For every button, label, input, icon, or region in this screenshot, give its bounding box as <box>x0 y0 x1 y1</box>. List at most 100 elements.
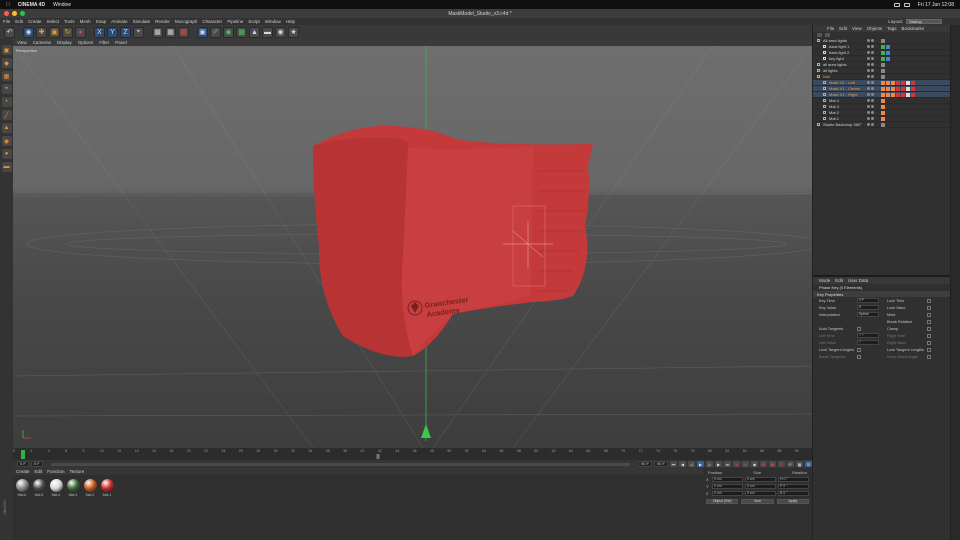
material-swatch[interactable]: Mat.6 <box>15 479 29 497</box>
material-swatch[interactable]: Mat.1 <box>100 479 114 497</box>
visibility-dots[interactable] <box>867 117 874 120</box>
visibility-dots[interactable] <box>867 87 874 90</box>
position-field[interactable]: 0 cm <box>712 491 743 496</box>
play-icon[interactable]: ▶ <box>697 461 704 467</box>
menu-animate[interactable]: Animate <box>111 19 128 24</box>
attribute-checkbox-secondary[interactable] <box>927 319 931 324</box>
visibility-dots[interactable] <box>867 63 874 66</box>
floor-icon[interactable]: ▬ <box>262 26 273 38</box>
material-swatch[interactable]: Mat.2 <box>83 479 97 497</box>
search-icon[interactable] <box>817 33 822 37</box>
object-menu-bookmarks[interactable]: Bookmarks <box>902 26 925 31</box>
next-key-icon[interactable]: ▶ <box>715 461 722 467</box>
apply-button[interactable]: Apply <box>776 499 809 504</box>
go-to-end-icon[interactable]: ⏭ <box>724 461 731 467</box>
camera-icon[interactable]: ◉ <box>275 26 286 38</box>
viewport-menu-panel[interactable]: Panel <box>115 40 127 45</box>
material-menu-edit[interactable]: Edit <box>35 469 43 474</box>
object-menu-tags[interactable]: Tags <box>887 26 897 31</box>
record-icon[interactable]: ● <box>733 461 740 467</box>
attribute-value-field[interactable]: Spline <box>857 312 879 317</box>
axis-mode-icon[interactable]: ⌖ <box>1 84 12 94</box>
visibility-dots[interactable] <box>867 51 874 54</box>
material-swatch[interactable]: Mat.4 <box>49 479 63 497</box>
texture-mode-icon[interactable]: ▦ <box>1 71 12 81</box>
menu-mesh[interactable]: Mesh <box>80 19 91 24</box>
object-menu-file[interactable]: File <box>827 26 834 31</box>
attribute-checkbox[interactable] <box>857 326 861 331</box>
workplane-icon[interactable]: ▬ <box>1 162 12 172</box>
position-field[interactable]: 0 cm <box>712 484 743 489</box>
menu-create[interactable]: Create <box>28 19 42 24</box>
edit-render-settings-icon[interactable]: ▦ <box>178 26 189 38</box>
material-menu-create[interactable]: Create <box>16 469 30 474</box>
uv-mode-icon[interactable]: ◉ <box>1 136 12 146</box>
visibility-dots[interactable] <box>867 111 874 114</box>
max-frame-field[interactable]: 90 F <box>653 461 668 467</box>
3d-viewport[interactable]: Granchester Academy Perspective <box>13 46 812 448</box>
x-axis-lock-icon[interactable]: X <box>94 26 105 38</box>
preview-range-slider[interactable] <box>50 462 630 466</box>
attribute-checkbox-secondary[interactable] <box>927 305 931 310</box>
menu-tools[interactable]: Tools <box>64 19 75 24</box>
attribute-value-field[interactable]: 0 <box>857 305 879 310</box>
record-pla-icon[interactable]: ▦ <box>796 461 803 467</box>
visibility-dots[interactable] <box>867 39 874 42</box>
previous-key-icon[interactable]: ◀ <box>679 461 686 467</box>
autokey-icon[interactable]: ● <box>742 461 749 467</box>
minimize-window-button[interactable] <box>12 11 17 16</box>
make-editable-icon[interactable]: ▣ <box>1 45 12 55</box>
menu-pipeline[interactable]: Pipeline <box>227 19 243 24</box>
menu-select[interactable]: Select <box>47 19 60 24</box>
attribute-value-field[interactable]: 0 <box>857 340 879 345</box>
size-field[interactable]: 0 cm <box>745 484 776 489</box>
live-selection-icon[interactable]: ◉ <box>23 26 34 38</box>
current-frame-field[interactable]: 0 F <box>30 461 43 467</box>
battery-icon[interactable] <box>893 2 900 7</box>
attribute-checkbox-secondary[interactable] <box>927 333 931 338</box>
undo-icon[interactable]: ↶ <box>4 26 15 38</box>
light-icon[interactable]: ★ <box>288 26 299 38</box>
visibility-dots[interactable] <box>867 105 874 108</box>
rotation-field[interactable]: H 0 ° <box>778 477 809 482</box>
render-picture-viewer-icon[interactable]: ▦ <box>165 26 176 38</box>
cloner-icon[interactable]: ▦ <box>236 26 247 38</box>
scale-icon[interactable]: ▣ <box>49 26 60 38</box>
next-frame-icon[interactable]: ▷ <box>706 461 713 467</box>
record-parameter-icon[interactable]: P <box>787 461 794 467</box>
attribute-menu-edit[interactable]: Edit <box>835 278 843 283</box>
edges-mode-icon[interactable]: ╱ <box>1 110 12 120</box>
spline-pen-icon[interactable]: ✐ <box>210 26 221 38</box>
points-mode-icon[interactable]: • <box>1 97 12 107</box>
record-rotation-icon[interactable]: ↻ <box>778 461 785 467</box>
visibility-dots[interactable] <box>867 123 874 126</box>
viewport-menu-view[interactable]: View <box>17 40 27 45</box>
mac-menu-window[interactable]: Window <box>53 2 71 8</box>
mac-clock[interactable]: Fri 17 Jun 12:08 <box>918 2 954 8</box>
size-field[interactable]: 0 cm <box>745 491 776 496</box>
previous-frame-icon[interactable]: ◁ <box>688 461 695 467</box>
material-swatch[interactable]: Mat.3 <box>66 479 80 497</box>
viewport-menu-cameras[interactable]: Cameras <box>33 40 51 45</box>
render-view-icon[interactable]: ▦ <box>152 26 163 38</box>
rotate-icon[interactable]: ↻ <box>62 26 73 38</box>
attribute-menu-mode[interactable]: Mode <box>819 278 830 283</box>
size-field[interactable]: 0 cm <box>745 477 776 482</box>
cube-icon[interactable]: ▣ <box>197 26 208 38</box>
object-row[interactable]: Studio Backdrop 360° <box>813 122 950 128</box>
subdivision-surface-icon[interactable]: ◉ <box>223 26 234 38</box>
viewport-menu-options[interactable]: Options <box>78 40 94 45</box>
menu-help[interactable]: Help <box>286 19 295 24</box>
apple-icon[interactable]:  <box>6 2 10 8</box>
close-window-button[interactable] <box>4 11 9 16</box>
attribute-checkbox-secondary[interactable] <box>927 326 931 331</box>
attribute-checkbox-secondary[interactable] <box>927 347 931 352</box>
visibility-dots[interactable] <box>867 57 874 60</box>
record-position-icon[interactable]: ✚ <box>760 461 767 467</box>
start-frame-field[interactable]: 0 F <box>17 461 29 467</box>
menu-script[interactable]: Script <box>248 19 260 24</box>
menu-simulate[interactable]: Simulate <box>133 19 151 24</box>
model-mode-icon[interactable]: ◆ <box>1 58 12 68</box>
visibility-dots[interactable] <box>867 75 874 78</box>
visibility-dots[interactable] <box>867 45 874 48</box>
